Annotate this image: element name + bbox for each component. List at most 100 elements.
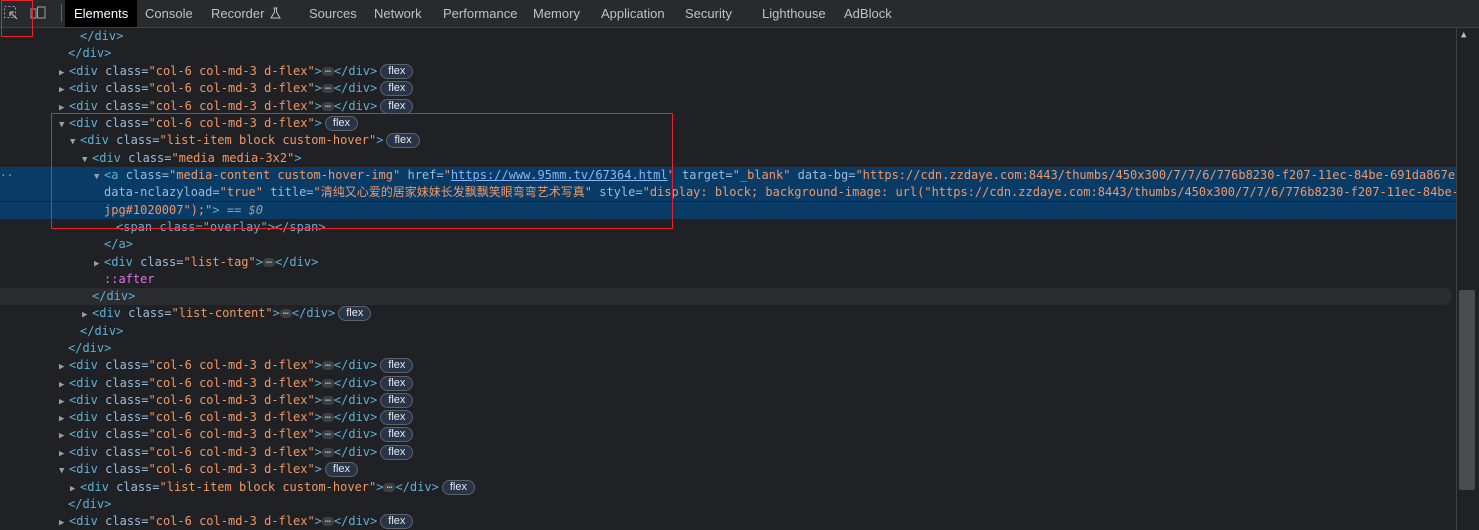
collapsed-ellipsis[interactable]: … xyxy=(321,446,334,457)
collapsed-ellipsis[interactable]: … xyxy=(279,307,292,318)
scroll-up-arrow-icon[interactable]: ▲ xyxy=(1461,30,1466,40)
tag-text: > xyxy=(255,255,263,269)
dom-node-line[interactable]: ▶ <div class="list-tag">… </div> xyxy=(0,254,1456,271)
collapsed-ellipsis[interactable]: … xyxy=(321,359,334,370)
dom-node-line[interactable]: <span class="overlay"></span> xyxy=(0,219,1456,236)
device-toolbar-icon[interactable] xyxy=(30,5,46,21)
tab-elements[interactable]: Elements xyxy=(65,0,138,27)
flex-badge[interactable]: flex xyxy=(380,376,414,391)
selected-anchor-line[interactable]: ·· ▼ <a class="media-content custom-hover… xyxy=(0,167,1456,184)
collapsed-ellipsis[interactable]: … xyxy=(383,481,396,492)
dom-node-line[interactable]: ▶ <div class="list-item block custom-hove… xyxy=(0,479,1456,496)
tag-text: </div> xyxy=(333,514,378,528)
tab-security[interactable]: Security xyxy=(685,0,732,27)
flex-badge[interactable]: flex xyxy=(380,64,414,79)
dom-node-line[interactable]: </div> xyxy=(0,28,1456,45)
collapsed-ellipsis[interactable]: … xyxy=(321,411,334,422)
selected-anchor-line[interactable]: data-nclazyload="true" title="清纯又心爱的居家妹妹… xyxy=(0,184,1456,201)
dom-node-line[interactable]: </div> xyxy=(0,45,1456,62)
elements-tree: </div> </div> ▶ <div class="col-6 col-md-… xyxy=(0,28,1456,530)
expand-arrow-icon[interactable]: ▶ xyxy=(59,82,69,99)
dom-node-line[interactable]: ▶ <div class="list-content">… </div> flex xyxy=(0,305,1456,322)
collapsed-ellipsis[interactable]: … xyxy=(321,377,334,388)
flex-badge[interactable]: flex xyxy=(380,410,414,425)
flex-badge[interactable]: flex xyxy=(380,393,414,408)
flex-badge[interactable]: flex xyxy=(380,514,414,529)
tag-text: </div> xyxy=(68,497,112,511)
expand-arrow-icon[interactable]: ▶ xyxy=(82,307,92,324)
flex-badge[interactable]: flex xyxy=(380,81,414,96)
attr-value: jpg#1020007");" xyxy=(104,203,213,217)
inspect-element-icon[interactable] xyxy=(3,5,19,21)
collapsed-ellipsis[interactable]: … xyxy=(321,515,334,526)
flex-badge[interactable]: flex xyxy=(324,116,359,131)
tab-recorder[interactable]: Recorder xyxy=(211,0,281,27)
dom-node-line[interactable]: ▶ <div class="col-6 col-md-3 d-flex">… </d… xyxy=(0,513,1456,530)
flex-badge[interactable]: flex xyxy=(441,480,475,495)
tab-adblock[interactable]: AdBlock xyxy=(844,0,892,27)
tab-application[interactable]: Application xyxy=(601,0,665,27)
dom-node-line[interactable]: </div> xyxy=(0,496,1456,513)
attr-name: data-bg= xyxy=(797,168,856,182)
dom-node-line[interactable]: ▶ <div class="col-6 col-md-3 d-flex">… </d… xyxy=(0,98,1456,115)
expand-arrow-icon[interactable]: ▶ xyxy=(59,515,69,530)
attr-name: class= xyxy=(105,376,149,390)
dom-node-line[interactable]: ▶ <div class="col-6 col-md-3 d-flex">… </d… xyxy=(0,357,1456,374)
dom-node-line[interactable]: ▶ <div class="col-6 col-md-3 d-flex">… </d… xyxy=(0,426,1456,443)
dom-node-line[interactable]: ▼ <div class="list-item block custom-hove… xyxy=(0,132,1456,149)
tab-performance[interactable]: Performance xyxy=(443,0,517,27)
dom-node-line[interactable]: </div> xyxy=(0,340,1456,357)
dom-node-line[interactable]: </div> xyxy=(0,323,1456,340)
attr-name: style= xyxy=(599,185,643,199)
collapsed-ellipsis[interactable]: … xyxy=(321,82,334,93)
tab-console[interactable]: Console xyxy=(145,0,193,27)
selected-anchor-line[interactable]: jpg#1020007");"> == $0 xyxy=(0,202,1456,219)
devtools-toolbar: Elements Console Recorder Sources Networ… xyxy=(0,0,1479,28)
collapse-arrow-icon[interactable]: ▼ xyxy=(70,134,80,151)
attr-value: "media media-3x2" xyxy=(171,151,295,165)
attr-value: "清纯又心爱的居家妹妹长发飘飘笑眼弯弯艺术写真" xyxy=(313,185,592,199)
attr-name: class= xyxy=(105,445,149,459)
hovered-dom-line[interactable]: </div> xyxy=(0,288,1452,305)
tag-text: </a> xyxy=(104,237,133,251)
expand-arrow-icon[interactable]: ▶ xyxy=(59,428,69,445)
expand-arrow-icon[interactable]: ▶ xyxy=(59,359,69,376)
tag-text: </div> xyxy=(80,324,124,338)
dom-node-line[interactable]: ▼ <div class="col-6 col-md-3 d-flex"> flex xyxy=(0,461,1456,478)
dom-node-line[interactable]: </a> xyxy=(0,236,1456,253)
flex-badge[interactable]: flex xyxy=(380,427,414,442)
collapsed-ellipsis[interactable]: … xyxy=(321,100,334,111)
tag-text: <div xyxy=(92,306,121,320)
attr-value: "list-item block custom-hover" xyxy=(159,133,377,147)
tab-sources[interactable]: Sources xyxy=(309,0,357,27)
dom-node-line[interactable]: ▶ <div class="col-6 col-md-3 d-flex">… </d… xyxy=(0,80,1456,97)
dom-node-line[interactable]: ▶ <div class="col-6 col-md-3 d-flex">… </d… xyxy=(0,63,1456,80)
collapsed-ellipsis[interactable]: … xyxy=(321,65,334,76)
tab-memory[interactable]: Memory xyxy=(533,0,580,27)
collapsed-ellipsis[interactable]: … xyxy=(321,394,334,405)
flex-badge[interactable]: flex xyxy=(386,133,420,148)
collapsed-ellipsis[interactable]: … xyxy=(262,256,275,267)
tab-lighthouse[interactable]: Lighthouse xyxy=(762,0,826,27)
flex-badge[interactable]: flex xyxy=(324,462,359,477)
tag-text: <div xyxy=(69,445,98,459)
flex-badge[interactable]: flex xyxy=(380,445,414,460)
flex-badge[interactable]: flex xyxy=(380,99,414,114)
toolbar-separator xyxy=(61,4,62,22)
scrollbar-thumb[interactable] xyxy=(1459,290,1475,490)
dom-node-line[interactable]: ▶ <div class="col-6 col-md-3 d-flex">… </d… xyxy=(0,375,1456,392)
href-link[interactable]: https://www.95mm.tv/67364.html xyxy=(451,168,668,182)
dom-node-line[interactable]: ▶ <div class="col-6 col-md-3 d-flex">… </d… xyxy=(0,409,1456,426)
tab-network[interactable]: Network xyxy=(374,0,422,27)
tag-text: > xyxy=(314,427,322,441)
dom-node-line[interactable]: ▼ <div class="media media-3x2"> xyxy=(0,150,1456,167)
dom-node-line[interactable]: ▼ <div class="col-6 col-md-3 d-flex"> flex xyxy=(0,115,1456,132)
collapsed-ellipsis[interactable]: … xyxy=(321,428,334,439)
tag-text: > xyxy=(376,133,384,147)
flex-badge[interactable]: flex xyxy=(380,358,414,373)
flex-badge[interactable]: flex xyxy=(338,306,372,321)
dom-node-line[interactable]: ::after xyxy=(0,271,1456,288)
dom-node-line[interactable]: ▶ <div class="col-6 col-md-3 d-flex">… </d… xyxy=(0,392,1456,409)
dom-node-line[interactable]: ▶ <div class="col-6 col-md-3 d-flex">… </d… xyxy=(0,444,1456,461)
collapse-arrow-icon[interactable]: ▼ xyxy=(59,463,69,480)
